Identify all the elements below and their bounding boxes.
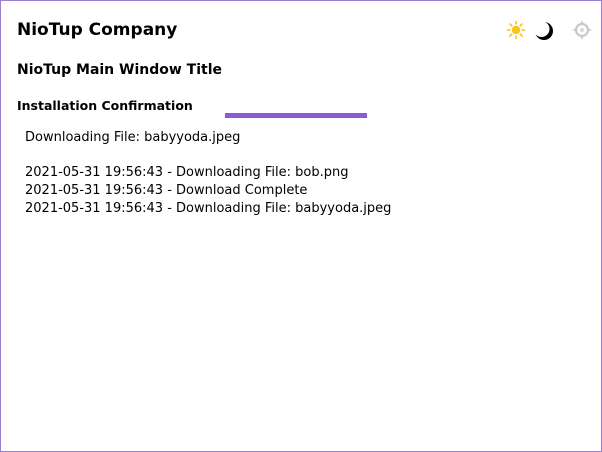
sun-icon[interactable]	[506, 20, 526, 40]
auto-theme-icon[interactable]	[572, 20, 592, 40]
moon-icon[interactable]	[533, 20, 553, 40]
theme-switcher	[506, 20, 592, 42]
main-window: NioTup Company NioTup Main Window Title …	[0, 0, 602, 452]
window-title: NioTup Main Window Title	[17, 62, 223, 78]
company-title: NioTup Company	[17, 20, 178, 40]
section-title: Installation Confirmation	[17, 98, 193, 113]
download-progress-bar	[225, 113, 367, 118]
log-entry: 2021-05-31 19:56:43 - Download Complete	[25, 183, 308, 198]
log-entry: 2021-05-31 19:56:43 - Downloading File: …	[25, 165, 349, 180]
download-log: 2021-05-31 19:56:43 - Downloading File: …	[25, 164, 391, 218]
current-status-text: Downloading File: babyyoda.jpeg	[25, 130, 241, 145]
download-progress-fill	[225, 113, 367, 118]
log-entry: 2021-05-31 19:56:43 - Downloading File: …	[25, 201, 392, 216]
